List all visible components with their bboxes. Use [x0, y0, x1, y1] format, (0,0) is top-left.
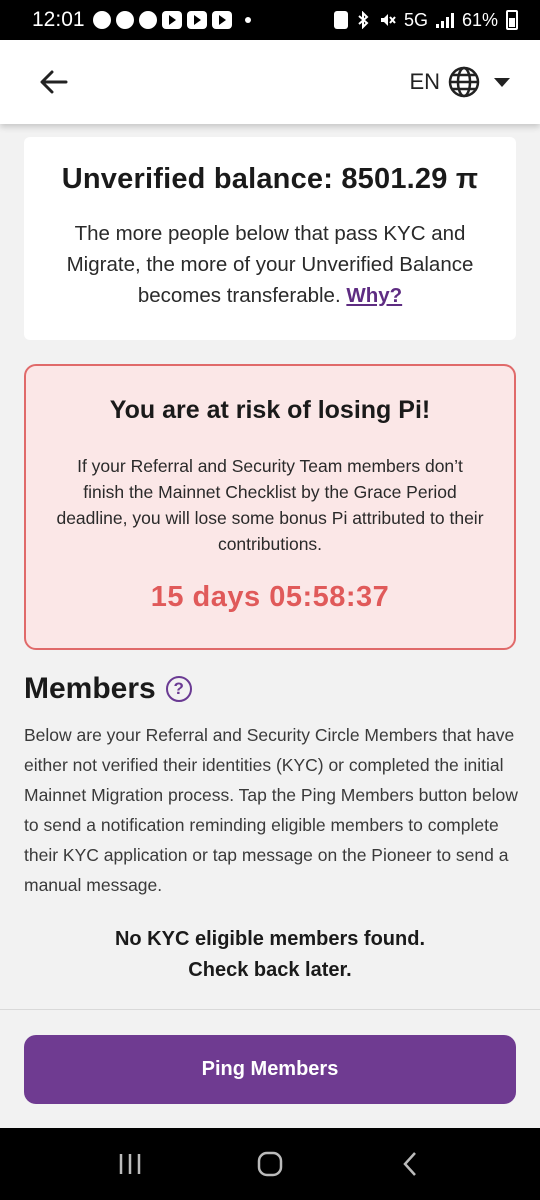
home-icon: [257, 1151, 283, 1177]
facebook-icon: [92, 11, 111, 29]
arrow-left-icon: [40, 70, 68, 94]
ping-members-button[interactable]: Ping Members: [24, 1035, 516, 1104]
help-icon[interactable]: ?: [165, 676, 192, 702]
system-back-button[interactable]: [380, 1139, 440, 1189]
notification-icons: [92, 11, 251, 29]
members-header: Members ?: [24, 672, 192, 706]
recent-apps-button[interactable]: [100, 1139, 160, 1189]
globe-icon: [448, 66, 480, 98]
more-notifications-dot: [244, 17, 251, 23]
network-type: 5G: [403, 9, 428, 30]
system-nav-bar: [0, 1128, 540, 1200]
app-notification-icon: [138, 11, 157, 29]
language-selector[interactable]: EN: [409, 66, 510, 98]
chevron-down-icon: [494, 77, 510, 87]
balance-title: Unverified balance: 8501.29 π: [61, 163, 479, 195]
status-time: 12:01: [32, 8, 85, 31]
risk-warning-card: You are at risk of losing Pi! If your Re…: [24, 364, 516, 650]
empty-state-line: Check back later.: [188, 959, 352, 981]
signal-icon: [435, 12, 454, 28]
risk-description: If your Referral and Security Team membe…: [56, 456, 484, 554]
why-link[interactable]: Why?: [346, 284, 402, 307]
back-button[interactable]: [38, 66, 70, 98]
battery-icon: [506, 10, 518, 30]
members-description: Below are your Referral and Security Cir…: [24, 725, 518, 895]
bluetooth-icon: [358, 11, 369, 29]
chevron-left-icon: [403, 1152, 416, 1176]
balance-description-text: The more people below that pass KYC and …: [66, 222, 474, 307]
snapchat-icon: [115, 11, 134, 29]
balance-card: Unverified balance: 8501.29 π The more p…: [24, 137, 516, 340]
empty-state-line: No KYC eligible members found.: [114, 928, 426, 950]
divider: [0, 1009, 540, 1010]
alarm-icon: [333, 11, 348, 29]
balance-description: The more people below that pass KYC and …: [50, 218, 490, 311]
empty-state-message: No KYC eligible members found. Check bac…: [0, 924, 540, 986]
status-bar: 12:01 5G 61%: [0, 0, 540, 40]
youtube-icon: [211, 11, 232, 29]
system-status: 5G 61%: [333, 9, 518, 31]
youtube-icon: [161, 11, 182, 29]
recent-apps-icon: [119, 1154, 141, 1174]
youtube-icon: [186, 11, 207, 29]
home-button[interactable]: [240, 1139, 300, 1189]
app-header: EN: [0, 40, 540, 124]
language-code: EN: [409, 69, 440, 94]
grace-period-countdown: 15 days 05:58:37: [150, 581, 390, 613]
battery-percent: 61%: [461, 9, 498, 30]
members-title: Members: [24, 672, 156, 705]
mute-icon: [380, 14, 396, 26]
risk-title: You are at risk of losing Pi!: [109, 396, 431, 424]
